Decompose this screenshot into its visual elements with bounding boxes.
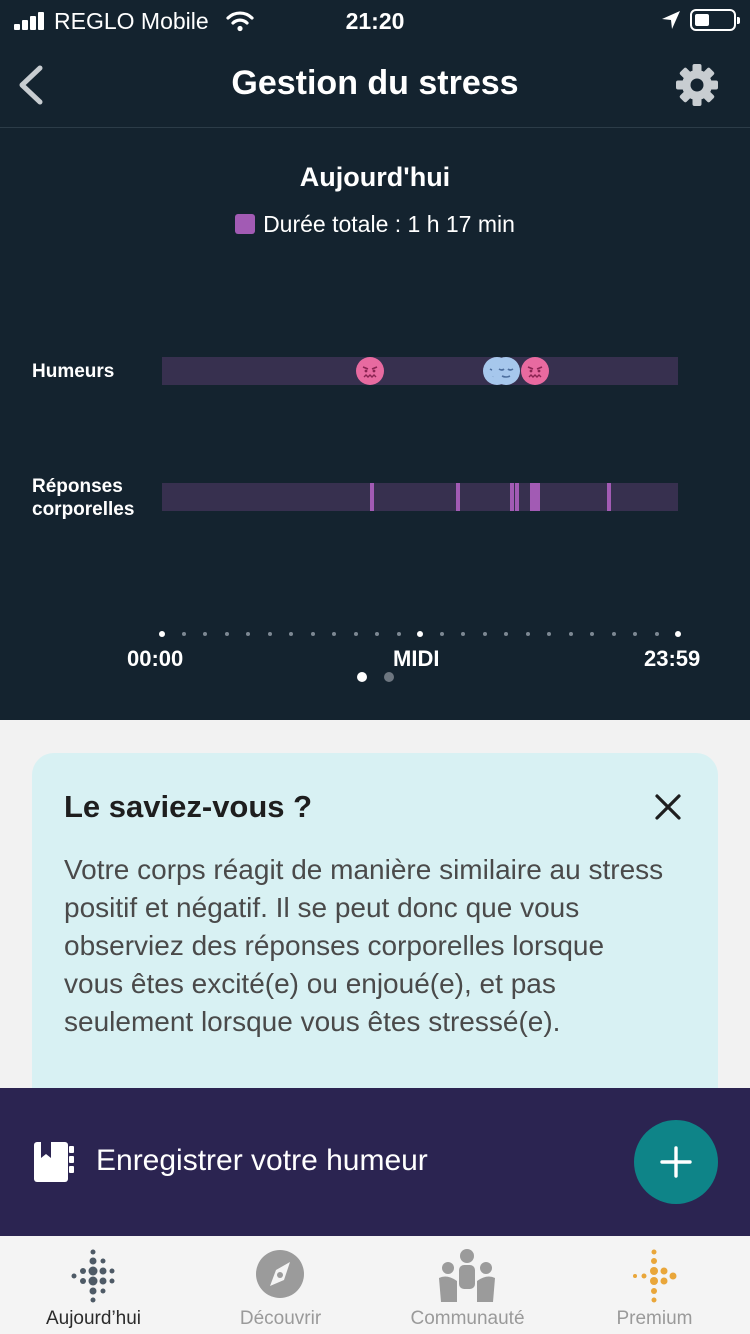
stress-panel: REGLO Mobile 21:20 Gestion du stress Auj… [0,0,750,720]
axis-tick [654,632,659,636]
pager-dot-1[interactable] [357,672,367,682]
axis-tick [289,632,293,636]
legend-total-duration: Durée totale : 1 h 17 min [263,211,515,237]
pager-dot-2[interactable] [384,672,394,682]
body-response-mark[interactable] [529,483,541,511]
close-icon[interactable] [652,791,684,823]
body-response-mark[interactable] [509,483,514,511]
journal-icon [34,1142,74,1182]
tab-today[interactable]: Aujourd’hui [0,1236,187,1334]
gear-icon[interactable] [674,62,720,108]
stressed-face-icon[interactable] [520,357,549,385]
axis-tick [181,632,186,636]
axis-tick [246,632,250,636]
axis-tick [482,632,487,636]
axis-tick [675,631,681,637]
axis-tick [267,632,272,636]
record-mood-bar[interactable]: Enregistrer votre humeur [0,1088,750,1236]
body-response-mark[interactable] [370,483,374,511]
legend-swatch [235,214,256,234]
body-response-mark[interactable] [456,483,460,511]
stressed-face-icon[interactable] [356,357,384,385]
premium-dots-icon [633,1249,677,1303]
axis-tick [547,632,551,636]
axis-tick [439,632,444,636]
axis-tick [504,632,508,636]
axis-tick [461,632,465,636]
plus-icon [660,1146,692,1178]
page-header: Gestion du stress [0,44,750,128]
axis-tick [310,632,315,636]
axis-tick [375,632,379,636]
tip-title: Le saviez-vous ? [64,789,313,824]
tab-label: Découvrir [239,1308,322,1329]
battery-icon [690,9,740,31]
tip-card: Le saviez-vous ? Votre corps réagit de m… [32,753,718,1113]
axis-tick [203,632,207,636]
axis-tick [332,632,336,636]
tab-premium[interactable]: Premium [561,1236,748,1334]
add-mood-button[interactable] [634,1120,718,1204]
axis-tick [417,631,423,637]
tab-label: Premium [616,1308,693,1329]
page-title: Gestion du stress [231,64,519,102]
compass-icon [256,1250,304,1298]
community-icon [439,1249,495,1302]
tab-bar: Aujourd’hui Découvrir Communauté Premium [0,1236,750,1334]
location-arrow-icon [662,11,680,29]
x-label-end: 23:59 [644,646,701,671]
body-responses-track[interactable] [162,483,678,511]
fitbit-dots-icon [71,1249,115,1303]
axis-tick [568,632,573,636]
axis-tick [525,632,530,636]
axis-tick [353,632,358,636]
body-response-mark[interactable] [515,483,520,511]
tab-community[interactable]: Communauté [374,1236,561,1334]
axis-tick [224,632,229,636]
chart-legend: Durée totale : 1 h 17 min [0,211,750,238]
body-response-mark[interactable] [606,483,611,511]
calm-face-icon[interactable] [492,357,521,385]
x-label-noon: MIDI [393,646,440,671]
tab-label: Aujourd’hui [45,1308,142,1329]
axis-tick [590,632,594,636]
x-label-start: 00:00 [127,646,184,671]
record-mood-label: Enregistrer votre humeur [96,1144,428,1177]
axis-tick [159,631,165,637]
axis-tick [611,632,616,636]
tab-discover[interactable]: Découvrir [187,1236,374,1334]
moods-track[interactable] [162,357,678,385]
axis-tick [633,632,637,636]
time-axis-ticks [0,630,750,640]
row-label-moods: Humeurs [32,361,115,382]
chart-title: Aujourd'hui [299,162,451,192]
axis-tick [396,632,401,636]
tip-body: Votre corps réagit de manière similaire … [64,854,664,1037]
status-bar: REGLO Mobile 21:20 [0,0,750,44]
status-time: 21:20 [345,8,405,34]
tab-label: Communauté [410,1308,525,1329]
row-label-body-responses: Réponses corporelles [32,476,135,520]
